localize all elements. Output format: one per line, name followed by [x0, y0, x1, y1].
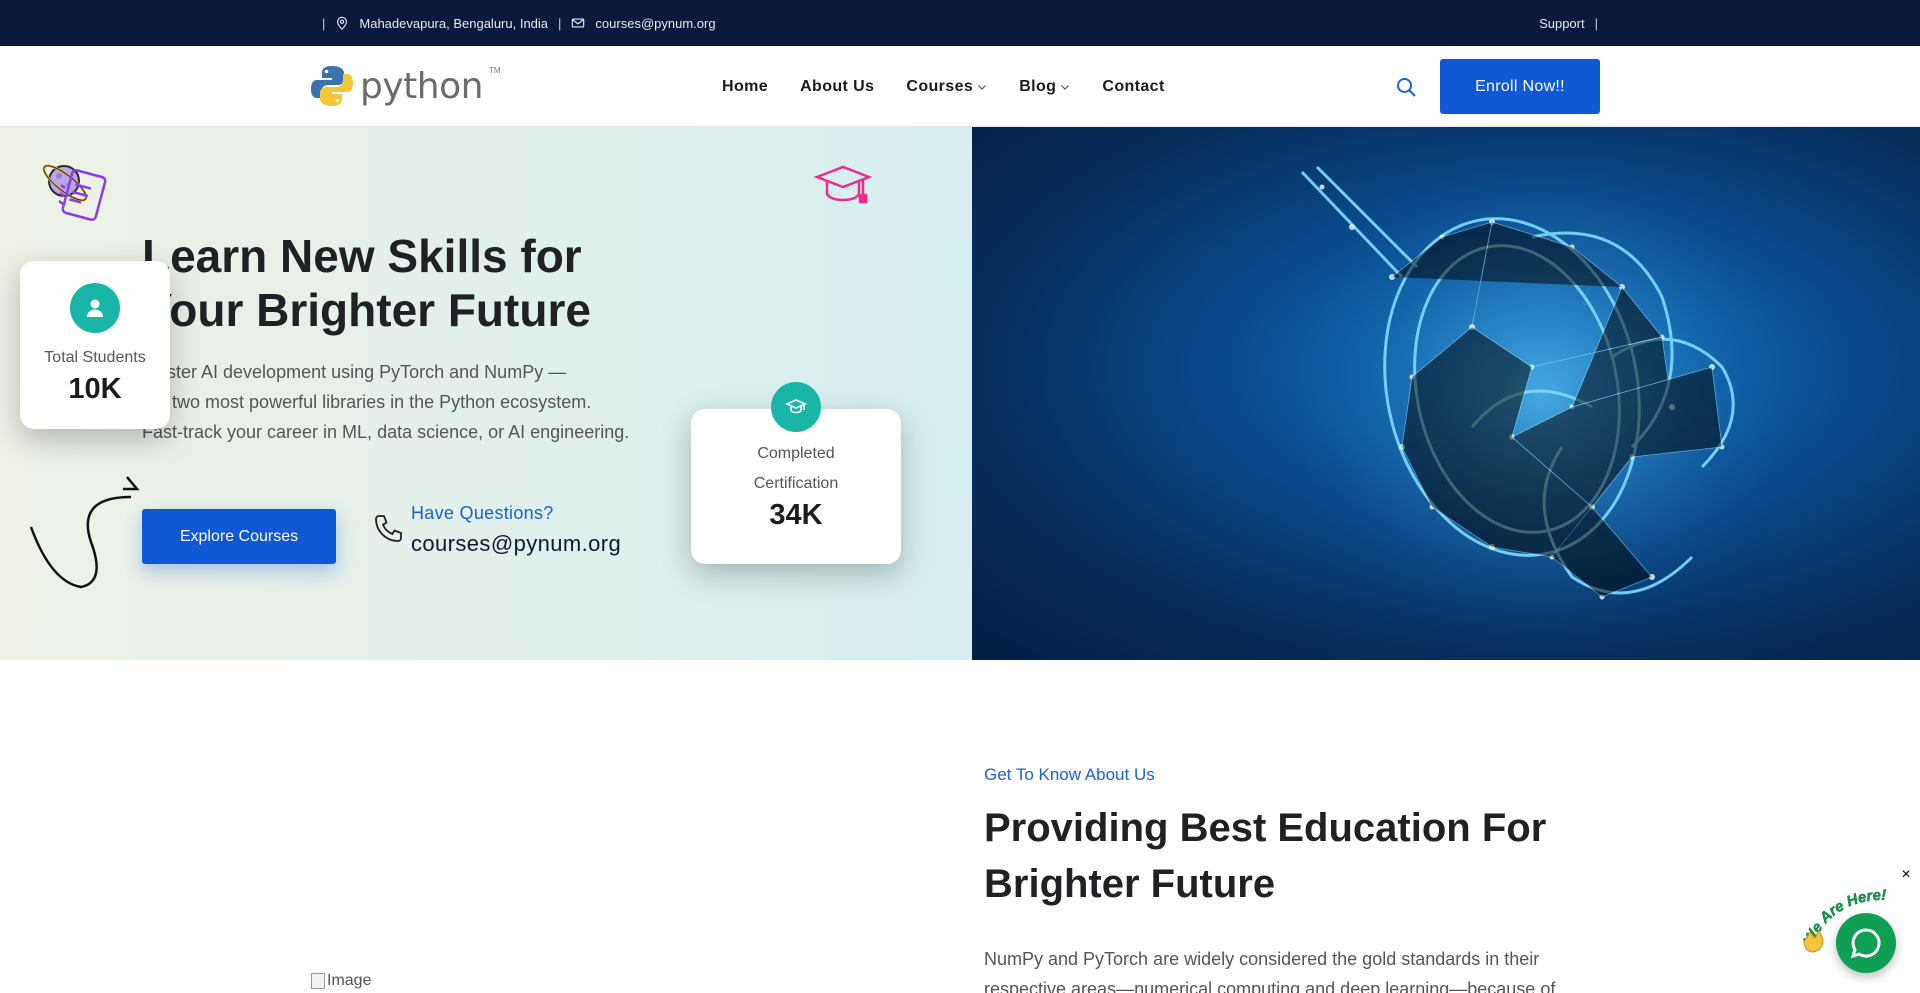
- python-logo-icon: [311, 66, 353, 106]
- topbar-location: Mahadevapura, Bengaluru, India: [335, 16, 548, 31]
- hero-desc-line-2: the two most powerful libraries in the P…: [142, 392, 592, 412]
- about-description: NumPy and PyTorch are widely considered …: [984, 949, 1556, 993]
- graduation-cap-icon: [813, 165, 873, 204]
- hero-image-panel: [972, 127, 1920, 660]
- about-image-placeholder: Image: [311, 972, 371, 990]
- nav-home[interactable]: Home: [722, 78, 768, 96]
- top-bar: | Mahadevapura, Bengaluru, India | cours…: [0, 0, 1920, 46]
- python-logo[interactable]: python TM: [310, 58, 501, 114]
- enroll-now-button[interactable]: Enroll Now!!: [1440, 59, 1600, 114]
- nav-courses-label: Courses: [906, 77, 974, 95]
- about-title-line-1: Providing Best Education For: [984, 806, 1547, 850]
- hero-description: Master AI development using PyTorch and …: [142, 357, 702, 447]
- about-eyebrow: Get To Know About Us: [984, 765, 1155, 784]
- chat-bubble-icon: [1850, 928, 1881, 959]
- phone-icon: [375, 515, 402, 542]
- total-students-value: 10K: [68, 373, 122, 405]
- total-students-label: Total Students: [44, 349, 146, 366]
- search-icon[interactable]: [1395, 76, 1417, 98]
- envelope-icon: [572, 18, 585, 28]
- user-icon: [87, 299, 103, 317]
- python-network-illustration: [1282, 137, 1802, 657]
- hero-title-line-2: Your Brighter Future: [142, 284, 591, 336]
- nav-courses[interactable]: Courses: [906, 78, 987, 96]
- about-title: Providing Best Education For Brighter Fu…: [984, 800, 1604, 912]
- completed-certification-value: 34K: [769, 499, 823, 531]
- topbar-email[interactable]: courses@pynum.org: [571, 16, 716, 31]
- have-questions-label: Have Questions?: [411, 503, 554, 523]
- logo-wordmark: python: [360, 65, 483, 107]
- chat-button[interactable]: [1836, 913, 1896, 973]
- hero-title: Learn New Skills for Your Brighter Futur…: [142, 229, 702, 337]
- broken-image-icon: [311, 973, 325, 989]
- topbar-contact-info: | Mahadevapura, Bengaluru, India | cours…: [322, 0, 716, 46]
- student-badge: [70, 283, 120, 333]
- hero-desc-line-1: Master AI development using PyTorch and …: [142, 362, 567, 382]
- explore-courses-button[interactable]: Explore Courses: [142, 509, 336, 564]
- topbar-links: Support |: [1539, 0, 1598, 46]
- hero-desc-line-3: Fast-track your career in ML, data scien…: [142, 422, 630, 442]
- main-nav: Home About Us Courses Blog Contact: [722, 46, 1165, 127]
- graduation-cap-icon: [785, 399, 807, 414]
- nav-blog-label: Blog: [1019, 77, 1057, 95]
- nav-about[interactable]: About Us: [800, 78, 874, 96]
- topbar-separator: |: [1594, 15, 1598, 31]
- squiggle-arrow-icon: [29, 476, 140, 589]
- about-title-line-2: Brighter Future: [984, 862, 1276, 906]
- about-image-alt: Image: [327, 972, 372, 989]
- chevron-down-icon: [1061, 84, 1070, 90]
- site-header: python TM Home About Us Courses Blog Con…: [0, 46, 1920, 127]
- hero-title-line-1: Learn New Skills for: [142, 230, 582, 282]
- completed-certification-label: Completed Certification: [753, 445, 839, 492]
- certification-badge: [771, 382, 821, 432]
- notes-icon: [58, 168, 107, 222]
- chevron-down-icon: [978, 84, 987, 90]
- logo-trademark: TM: [488, 66, 501, 75]
- map-pin-icon: [337, 16, 348, 30]
- topbar-separator: |: [558, 15, 562, 31]
- nav-blog[interactable]: Blog: [1019, 78, 1070, 96]
- total-students-card: Total Students 10K: [20, 261, 170, 429]
- completed-certification-card: Completed Certification 34K: [691, 382, 901, 564]
- topbar-separator: |: [322, 15, 326, 31]
- hero-contact-email[interactable]: courses@pynum.org: [411, 531, 621, 557]
- topbar-email-text[interactable]: courses@pynum.org: [595, 16, 715, 31]
- hero-section: Learn New Skills for Your Brighter Futur…: [0, 127, 1920, 660]
- nav-contact[interactable]: Contact: [1102, 78, 1164, 96]
- support-link[interactable]: Support: [1539, 16, 1585, 31]
- topbar-location-text: Mahadevapura, Bengaluru, India: [359, 15, 549, 31]
